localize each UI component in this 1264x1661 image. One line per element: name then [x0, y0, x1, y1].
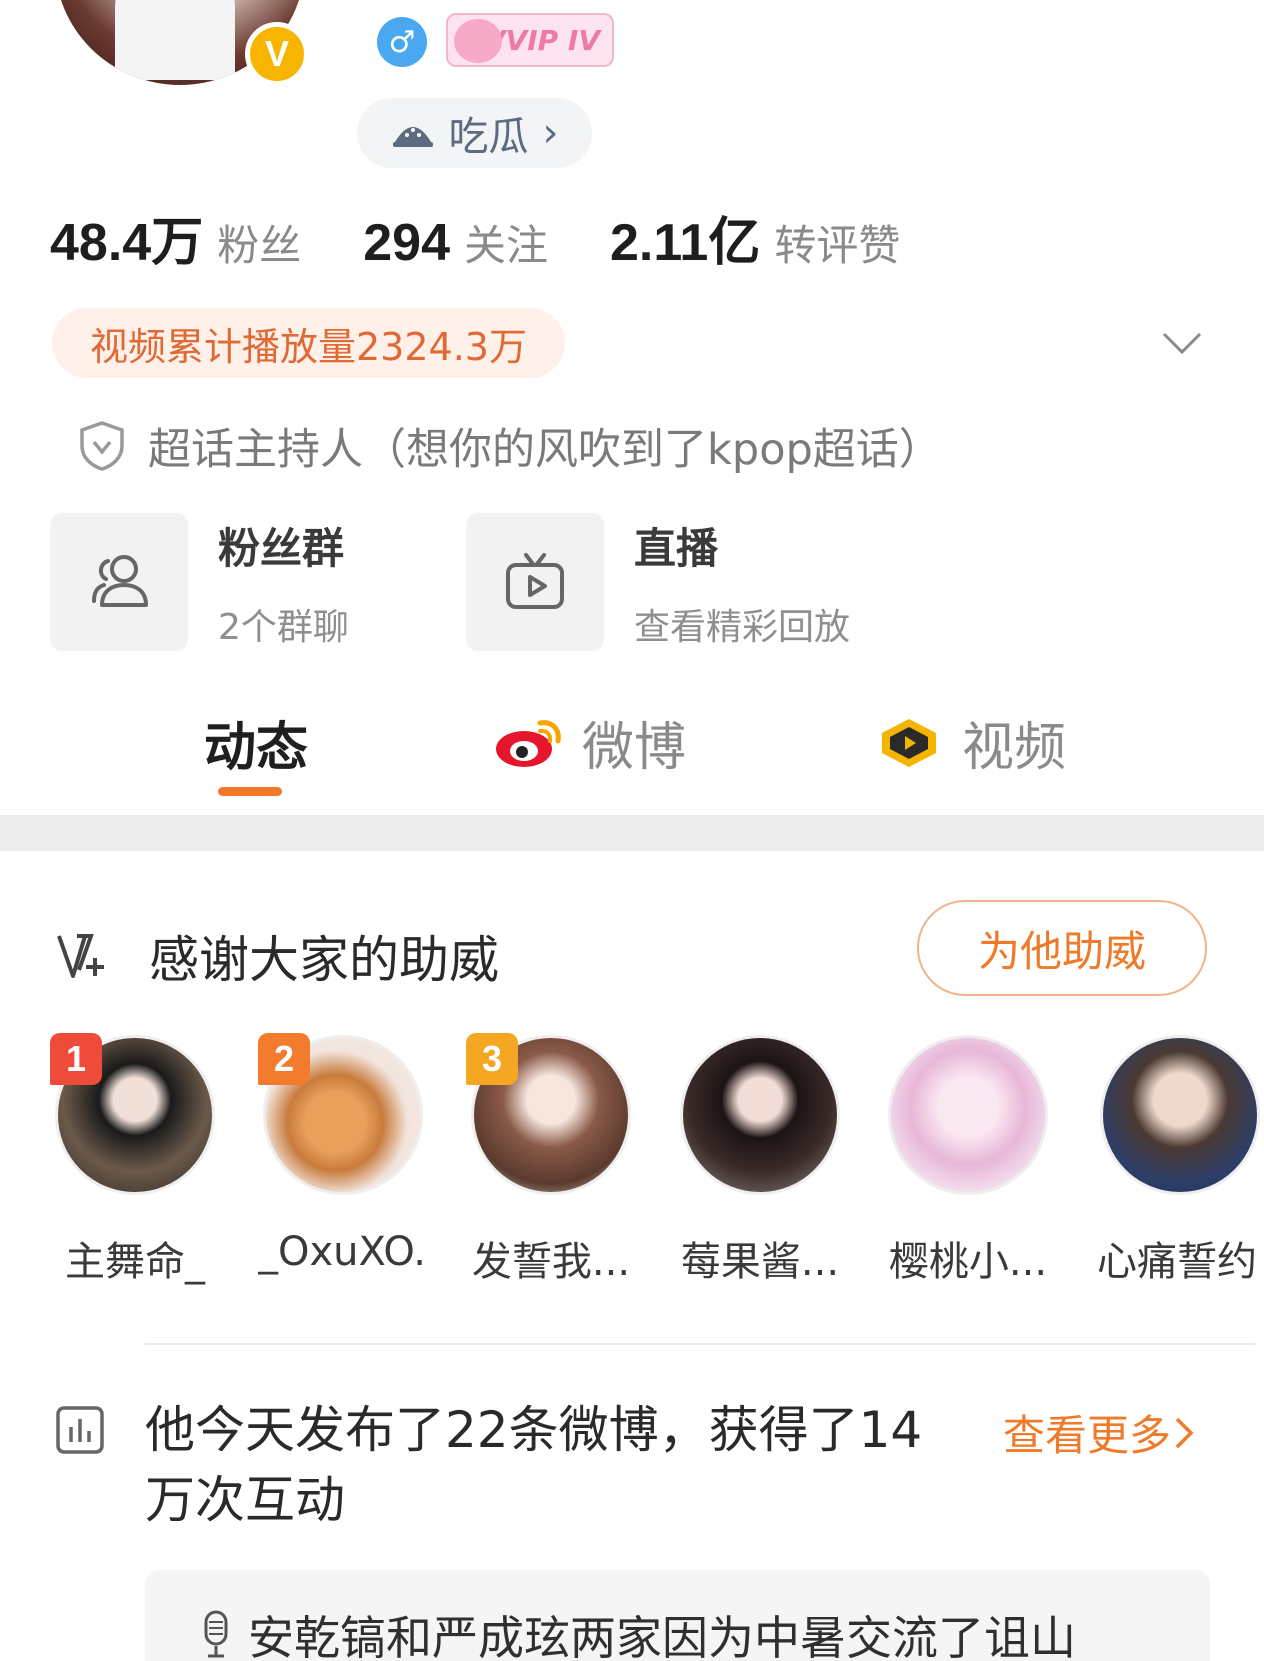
fan-group-title: 粉丝群	[218, 523, 345, 573]
fan-item[interactable]: 3 发誓我...	[466, 1033, 636, 1287]
male-icon: ♂	[377, 17, 427, 67]
fan-item[interactable]: 1 主舞命_	[50, 1033, 220, 1287]
fan-group-subtitle: 2个群聊	[218, 606, 349, 648]
fan-avatar	[888, 1035, 1048, 1195]
profile-stats: 48.4万 粉丝 294 关注 2.11亿 转评赞	[50, 200, 900, 273]
view-more-label: 查看更多	[1003, 1411, 1172, 1460]
super-topic-host-label: 超话主持人（想你的风吹到了kpop超话）	[148, 425, 942, 475]
interest-tag-label: 吃瓜	[448, 114, 529, 160]
view-more-link[interactable]: 查看更多	[1003, 1402, 1197, 1463]
rank-badge: 1	[50, 1033, 102, 1085]
fan-avatar: 1	[50, 1033, 215, 1195]
interactions-count[interactable]: 2.11亿	[610, 200, 760, 275]
fan-name: _OxuXO...	[258, 1229, 428, 1275]
tab-video[interactable]: 视频	[874, 705, 1066, 780]
following-label[interactable]: 关注	[464, 212, 548, 273]
video-play-count-badge[interactable]: 视频累计播放量2324.3万	[52, 308, 565, 378]
fan-avatar: 3	[466, 1033, 631, 1195]
fan-avatar	[680, 1035, 840, 1195]
following-count[interactable]: 294	[363, 213, 450, 273]
tv-icon	[466, 513, 604, 651]
fan-item[interactable]: 心痛誓约	[1092, 1035, 1264, 1287]
tab-dynamic[interactable]: 动态	[204, 705, 308, 780]
microphone-icon	[204, 1610, 228, 1658]
vip-badge[interactable]: VVIP IV	[446, 13, 614, 67]
fan-avatar: 2	[258, 1033, 423, 1195]
fan-name: 莓果酱...	[680, 1239, 840, 1285]
rank-badge: 2	[258, 1033, 310, 1085]
section-divider-line	[145, 1343, 1255, 1345]
tab-dynamic-label: 动态	[204, 718, 309, 778]
tab-weibo-label: 微博	[582, 718, 687, 778]
live-card[interactable]: 直播 查看精彩回放	[466, 513, 850, 651]
support-title-label: 感谢大家的助威	[149, 931, 499, 989]
chevron-right-icon	[1175, 1417, 1194, 1448]
live-subtitle: 查看精彩回放	[634, 606, 851, 648]
watermelon-icon	[392, 127, 433, 147]
support-button[interactable]: 为他助威	[917, 900, 1207, 996]
live-title: 直播	[634, 523, 719, 573]
fan-item[interactable]: 樱桃小...	[883, 1035, 1053, 1287]
fan-avatar	[1100, 1035, 1260, 1195]
video-icon	[882, 718, 936, 767]
chevron-right-icon: ›	[542, 110, 559, 156]
fan-name: 心痛誓约	[1097, 1239, 1257, 1285]
active-tab-indicator	[218, 787, 282, 796]
fan-item[interactable]: 莓果酱...	[675, 1035, 845, 1287]
followers-count[interactable]: 48.4万	[50, 200, 203, 275]
hot-topic[interactable]: 安乾镐和严成玹两家因为中暑交流了诅山	[200, 1602, 1076, 1661]
fan-item[interactable]: 2 _OxuXO...	[258, 1033, 428, 1275]
bar-chart-icon	[56, 1406, 104, 1454]
tab-weibo[interactable]: 微博	[494, 705, 686, 780]
section-divider	[0, 815, 1264, 851]
fan-name: 主舞命_	[65, 1239, 205, 1285]
bear-icon	[454, 19, 502, 63]
interactions-label[interactable]: 转评赞	[774, 212, 900, 273]
followers-label[interactable]: 粉丝	[217, 212, 301, 273]
chevron-down-icon[interactable]	[1160, 322, 1204, 366]
fan-name: 发誓我...	[471, 1239, 631, 1285]
group-icon	[50, 513, 188, 651]
hot-topic-label: 安乾镐和严成玹两家因为中暑交流了诅山	[248, 1611, 1076, 1661]
rank-badge: 3	[466, 1033, 518, 1085]
v-plus-icon	[57, 934, 104, 978]
fan-name: 樱桃小...	[888, 1239, 1048, 1285]
support-section-title: 感谢大家的助威	[55, 920, 499, 992]
today-summary-text: 他今天发布了22条微博，获得了14万次互动	[145, 1401, 923, 1529]
tab-video-label: 视频	[962, 718, 1067, 778]
super-topic-host[interactable]: 超话主持人（想你的风吹到了kpop超话）	[78, 415, 942, 477]
interest-tag-button[interactable]: 吃瓜 ›	[357, 98, 592, 168]
verified-badge: V	[245, 22, 309, 86]
shield-icon	[80, 421, 124, 471]
weibo-icon	[496, 719, 561, 767]
fan-group-card[interactable]: 粉丝群 2个群聊	[50, 513, 349, 651]
